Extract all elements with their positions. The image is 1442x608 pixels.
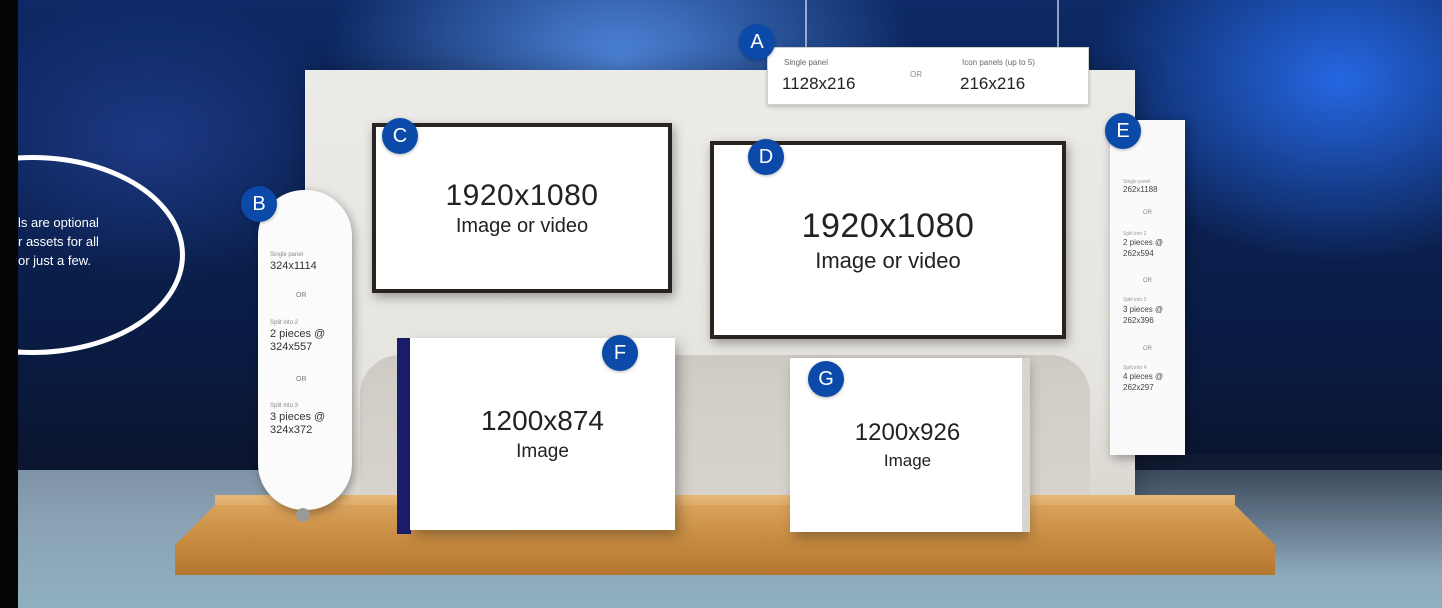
hanging-cable-left <box>805 0 807 50</box>
pillar-b-opt1-label: Single panel <box>270 252 304 258</box>
pillar-b-opt2-value-b: 324x557 <box>270 341 313 353</box>
panel-e-or3: OR <box>1143 346 1152 352</box>
panel-e-opt4-value-b: 262x297 <box>1123 383 1154 392</box>
panel-e-or1: OR <box>1143 210 1152 216</box>
pillar-b-stand <box>296 508 310 522</box>
screen-c-size: 1920x1080 <box>445 178 599 212</box>
pillar-b[interactable]: Single panel 324x1114 OR Split into 2 2 … <box>258 190 352 510</box>
pillar-b-opt3-label: Split into 3 <box>270 403 299 409</box>
badge-e[interactable]: E <box>1105 113 1141 149</box>
badge-a[interactable]: A <box>739 24 775 60</box>
box-f-size: 1200x874 <box>480 405 604 436</box>
box-f[interactable]: 1200x874 Image <box>410 338 675 530</box>
screen-c[interactable]: 1920x1080 Image or video <box>372 123 672 293</box>
box-f-side <box>397 338 411 534</box>
callout-line-3: or just a few. <box>18 253 91 268</box>
pillar-b-opt3-value-a: 3 pieces @ <box>270 411 326 423</box>
panel-e-opt2-label: Split into 2 <box>1123 231 1147 237</box>
hanging-cable-right <box>1057 0 1059 50</box>
callout-line-1: ls are optional <box>18 215 99 230</box>
panel-e-or2: OR <box>1143 278 1152 284</box>
callout-text: ls are optional r assets for all or just… <box>18 213 168 270</box>
sign-a-icon-label: Icon panels (up to 5) <box>962 58 1035 67</box>
box-g-side <box>1022 358 1030 532</box>
box-f-kind: Image <box>516 441 569 462</box>
badge-f[interactable]: F <box>602 335 638 371</box>
badge-d[interactable]: D <box>748 139 784 175</box>
header-sign-a[interactable]: Single panel 1128x216 OR Icon panels (up… <box>767 47 1089 105</box>
screen-d-kind: Image or video <box>815 247 961 273</box>
panel-e-opt1-value: 262x1188 <box>1123 185 1158 194</box>
left-edge-bar <box>0 0 18 608</box>
sign-a-single-label: Single panel <box>784 58 829 67</box>
sign-a-icon-value: 216x216 <box>960 74 1026 93</box>
panel-e-opt3-label: Split into 3 <box>1123 297 1147 303</box>
pillar-b-opt2-label: Split into 2 <box>270 320 299 326</box>
tall-panel-e[interactable]: Single panel 262x1188 OR Split into 2 2 … <box>1110 120 1185 455</box>
pillar-b-or2: OR <box>296 376 307 383</box>
box-g-kind: Image <box>883 451 932 470</box>
panel-e-opt3-value-a: 3 pieces @ <box>1123 305 1164 314</box>
pillar-b-opt3-value-b: 324x372 <box>270 424 313 436</box>
badge-b[interactable]: B <box>241 186 277 222</box>
sign-a-or: OR <box>910 70 922 79</box>
panel-e-opt2-value-b: 262x594 <box>1123 249 1154 258</box>
sign-a-single-value: 1128x216 <box>782 74 856 93</box>
callout-line-2: r assets for all <box>18 234 99 249</box>
booth-scene: Single panel 1128x216 OR Icon panels (up… <box>0 0 1442 608</box>
panel-e-opt4-value-a: 4 pieces @ <box>1123 372 1164 381</box>
screen-c-kind: Image or video <box>455 214 589 237</box>
badge-g[interactable]: G <box>808 361 844 397</box>
box-g-size: 1200x926 <box>854 419 961 446</box>
pillar-b-opt2-value-a: 2 pieces @ <box>270 328 326 340</box>
panel-e-opt4-label: Split into 4 <box>1123 365 1147 371</box>
pillar-b-opt1-value: 324x1114 <box>270 260 317 272</box>
panel-e-opt3-value-b: 262x396 <box>1123 316 1154 325</box>
panel-e-opt2-value-a: 2 pieces @ <box>1123 238 1164 247</box>
badge-c[interactable]: C <box>382 118 418 154</box>
screen-d-size: 1920x1080 <box>801 206 975 245</box>
wooden-stage <box>175 505 1275 575</box>
pillar-b-or1: OR <box>296 292 307 299</box>
